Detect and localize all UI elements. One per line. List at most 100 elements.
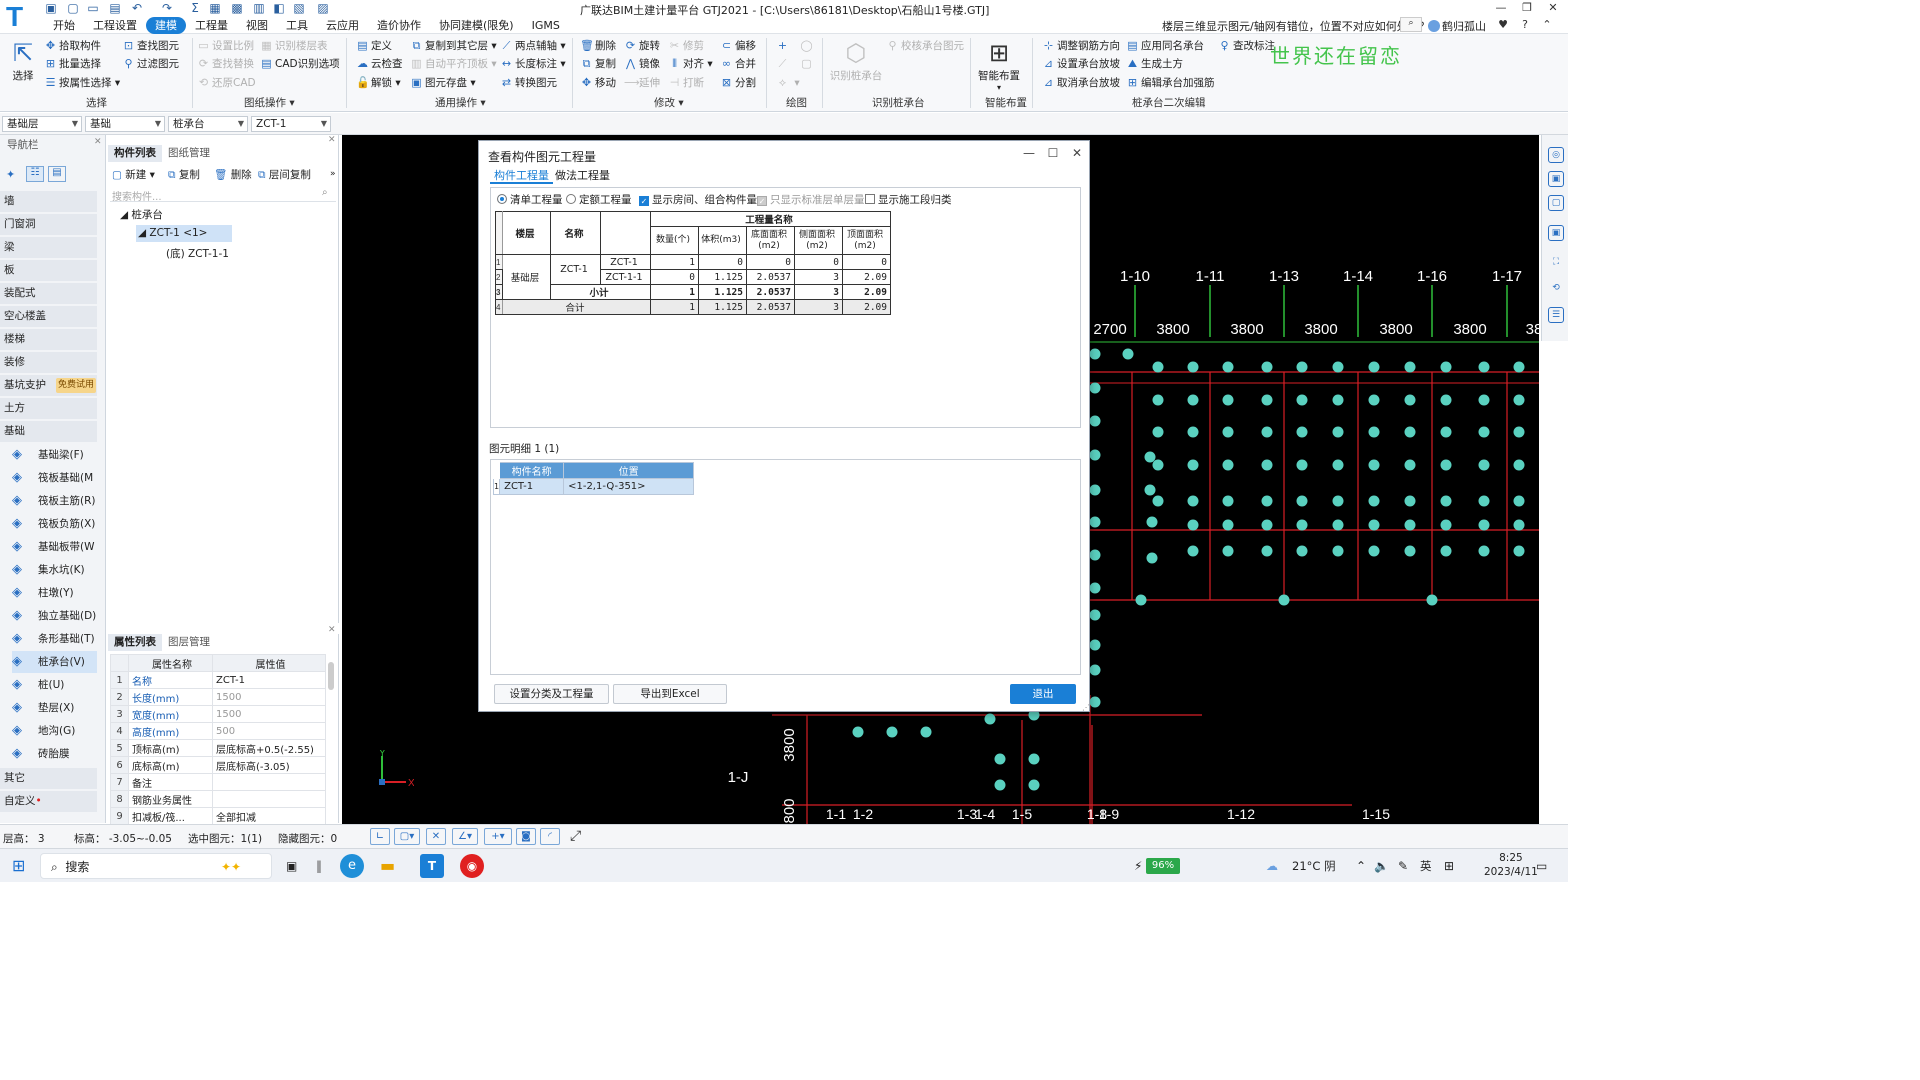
smart-layout-button[interactable]: ⊞ 智能布置 ▾: [975, 38, 1023, 92]
delete-component-button[interactable]: 🗑 删除: [214, 167, 252, 183]
type-select[interactable]: 桩承台 ▼: [168, 116, 248, 132]
edge-icon[interactable]: e: [340, 854, 364, 878]
cancel-slope-button[interactable]: ⊿ 取消承台放坡: [1042, 74, 1120, 91]
set-scale-button[interactable]: ▭ 设置比例: [197, 37, 254, 54]
filter-element-button[interactable]: ⚲ 过滤图元: [122, 55, 179, 72]
cloud-check-button[interactable]: ☁ 云检查: [356, 55, 403, 72]
nav-sub-item-11[interactable]: ◈ 垫层(X): [12, 697, 97, 719]
ortho-icon[interactable]: ∟: [370, 828, 390, 845]
tab-menu-0[interactable]: 开始: [44, 17, 84, 34]
restore-cad-button[interactable]: ⟲ 还原CAD: [197, 74, 256, 91]
search-input[interactable]: 搜索构件... ⌕: [110, 186, 336, 203]
property-value[interactable]: [212, 790, 326, 808]
exit-button[interactable]: 退出: [1010, 684, 1076, 704]
find-replace-button[interactable]: ⟳ 查找替换: [197, 55, 254, 72]
nav-sub-item-1[interactable]: ◈ 筏板基础(M: [12, 467, 97, 489]
chevron-up-icon[interactable]: ⌃: [1356, 853, 1366, 879]
expand-icon[interactable]: ⤢: [570, 828, 581, 844]
nav-sub-item-0[interactable]: ◈ 基础梁(F): [12, 444, 97, 466]
nav-category-4[interactable]: 装配式: [0, 283, 97, 304]
toolbar-icon-7[interactable]: ▨: [316, 1, 330, 16]
dim-input-icon[interactable]: +▾: [484, 828, 512, 845]
resize-grip-icon[interactable]: ⋰: [1082, 703, 1090, 712]
tab-menu-4[interactable]: 视图: [237, 17, 277, 34]
option-4[interactable]: 显示施工段归类: [865, 193, 952, 207]
option-3[interactable]: ✓ 只显示标准层单层量: [757, 193, 865, 207]
tab-menu-2[interactable]: 建模: [146, 17, 186, 34]
cross-snap-icon[interactable]: ✕: [426, 828, 446, 845]
adjust-rebar-direction-button[interactable]: ⊹ 调整钢筋方向: [1042, 37, 1120, 54]
toolbar-icon-6[interactable]: ▧: [292, 1, 306, 16]
redo-icon[interactable]: ↷: [160, 1, 174, 16]
snap-icon[interactable]: ▢▾: [394, 828, 420, 845]
property-value[interactable]: 1500: [212, 705, 326, 723]
app-logo-icon[interactable]: T: [6, 2, 36, 32]
select-by-property-button[interactable]: ☰ 按属性选择 ▾: [44, 74, 121, 91]
list-view-icon[interactable]: ☷: [26, 166, 44, 182]
tab-property-list[interactable]: 属性列表: [108, 634, 162, 651]
view-cube-icon[interactable]: ▢: [1548, 195, 1564, 211]
gtj-app-icon[interactable]: T: [420, 854, 444, 878]
property-value[interactable]: 层底标高(-3.05): [212, 756, 326, 774]
align-button[interactable]: ⫴ 对齐 ▾: [668, 55, 712, 72]
toolbar-icon-3[interactable]: ▩: [230, 1, 244, 16]
define-button[interactable]: ▤ 定义: [356, 37, 392, 54]
toolbar-icon-4[interactable]: ▥: [252, 1, 266, 16]
angle-icon[interactable]: ∠▾: [452, 828, 478, 845]
pin-icon[interactable]: ✦: [6, 168, 15, 181]
subtotal-row[interactable]: 3 小计 1 1.125 2.0537 3 2.09: [495, 284, 891, 300]
nav-category-6[interactable]: 楼梯: [0, 329, 97, 350]
new-file-icon[interactable]: ▢: [66, 1, 80, 16]
nav-category-3[interactable]: 板: [0, 260, 97, 281]
minimize-icon[interactable]: —: [1021, 145, 1037, 161]
cad-options-button[interactable]: ▤ CAD识别选项: [260, 55, 339, 72]
tab-menu-5[interactable]: 工具: [277, 17, 317, 34]
table-row[interactable]: 2 长度(mm) 1500: [110, 688, 326, 706]
pen-icon[interactable]: ✎: [1398, 853, 1408, 879]
property-value[interactable]: 层底标高+0.5(-2.55): [212, 739, 326, 757]
identify-pile-cap-button[interactable]: ⬡ 识别桩承台: [828, 38, 884, 83]
property-value[interactable]: ZCT-1: [212, 671, 326, 689]
nav-category-bottom-1[interactable]: 自定义•: [0, 791, 97, 812]
option-1[interactable]: 定额工程量: [566, 193, 632, 207]
tree-root[interactable]: ◢ 桩承台: [120, 207, 163, 222]
convert-element-button[interactable]: ⇄ 转换图元: [500, 74, 557, 91]
save-icon[interactable]: ▣: [44, 1, 58, 16]
table-row[interactable]: 5 顶标高(m) 层底标高+0.5(-2.55): [110, 739, 326, 757]
weather-text[interactable]: 21°C 阴: [1292, 853, 1336, 879]
save-file-icon[interactable]: ▤: [108, 1, 122, 16]
edit-reinforcement-button[interactable]: ⊞ 编辑承台加强筋: [1126, 74, 1215, 91]
tab-menu-1[interactable]: 工程设置: [84, 17, 146, 34]
nav-sub-item-12[interactable]: ◈ 地沟(G): [12, 720, 97, 742]
close-icon[interactable]: ✕: [1069, 145, 1085, 161]
view-2d-icon[interactable]: ▣: [1548, 171, 1564, 187]
table-row[interactable]: 1 名称 ZCT-1: [110, 671, 326, 689]
rect-draw-icon[interactable]: ▢: [800, 55, 815, 72]
category-select[interactable]: 基础 ▼: [85, 116, 165, 132]
task-view-icon[interactable]: ▣: [286, 853, 297, 879]
component-select[interactable]: ZCT-1 ▼: [251, 116, 331, 132]
generate-earthwork-button[interactable]: ⛰ 生成土方: [1126, 55, 1183, 72]
table-row[interactable]: 1 基础层 ZCT-1 ZCT-1 1 0 0 0 0: [495, 254, 891, 300]
trim-button[interactable]: ✂ 修剪: [668, 37, 704, 54]
nav-sub-item-9[interactable]: ◈ 桩承台(V): [12, 651, 97, 673]
input-language[interactable]: 英: [1420, 853, 1432, 879]
feedback-icon[interactable]: ♥: [1492, 18, 1514, 32]
nav-sub-item-4[interactable]: ◈ 基础板带(W: [12, 536, 97, 558]
export-excel-button[interactable]: 导出到Excel: [613, 684, 727, 704]
check-label-button[interactable]: ♀ 查改标注: [1218, 37, 1275, 54]
nav-sub-item-10[interactable]: ◈ 桩(U): [12, 674, 97, 696]
close-icon[interactable]: ✕: [94, 137, 102, 147]
delete-button[interactable]: 🗑删除: [580, 37, 616, 54]
help-search-icon[interactable]: ⌕: [1400, 17, 1422, 32]
toolbar-icon-5[interactable]: ◧: [272, 1, 286, 16]
save-element-button[interactable]: ▣ 图元存盘 ▾: [410, 74, 475, 91]
option-0[interactable]: 清单工程量: [497, 193, 563, 207]
rotate-view-icon[interactable]: ⟲: [1548, 281, 1564, 297]
user-name[interactable]: 鹤归孤山: [1428, 18, 1486, 34]
tree-child[interactable]: (底) ZCT-1-1: [166, 246, 229, 261]
help-icon[interactable]: ?: [1514, 18, 1536, 32]
two-point-axis-button[interactable]: ⟋ 两点辅轴 ▾: [500, 37, 566, 54]
set-classification-button[interactable]: 设置分类及工程量: [494, 684, 609, 704]
volume-icon[interactable]: 🔈: [1374, 853, 1389, 879]
